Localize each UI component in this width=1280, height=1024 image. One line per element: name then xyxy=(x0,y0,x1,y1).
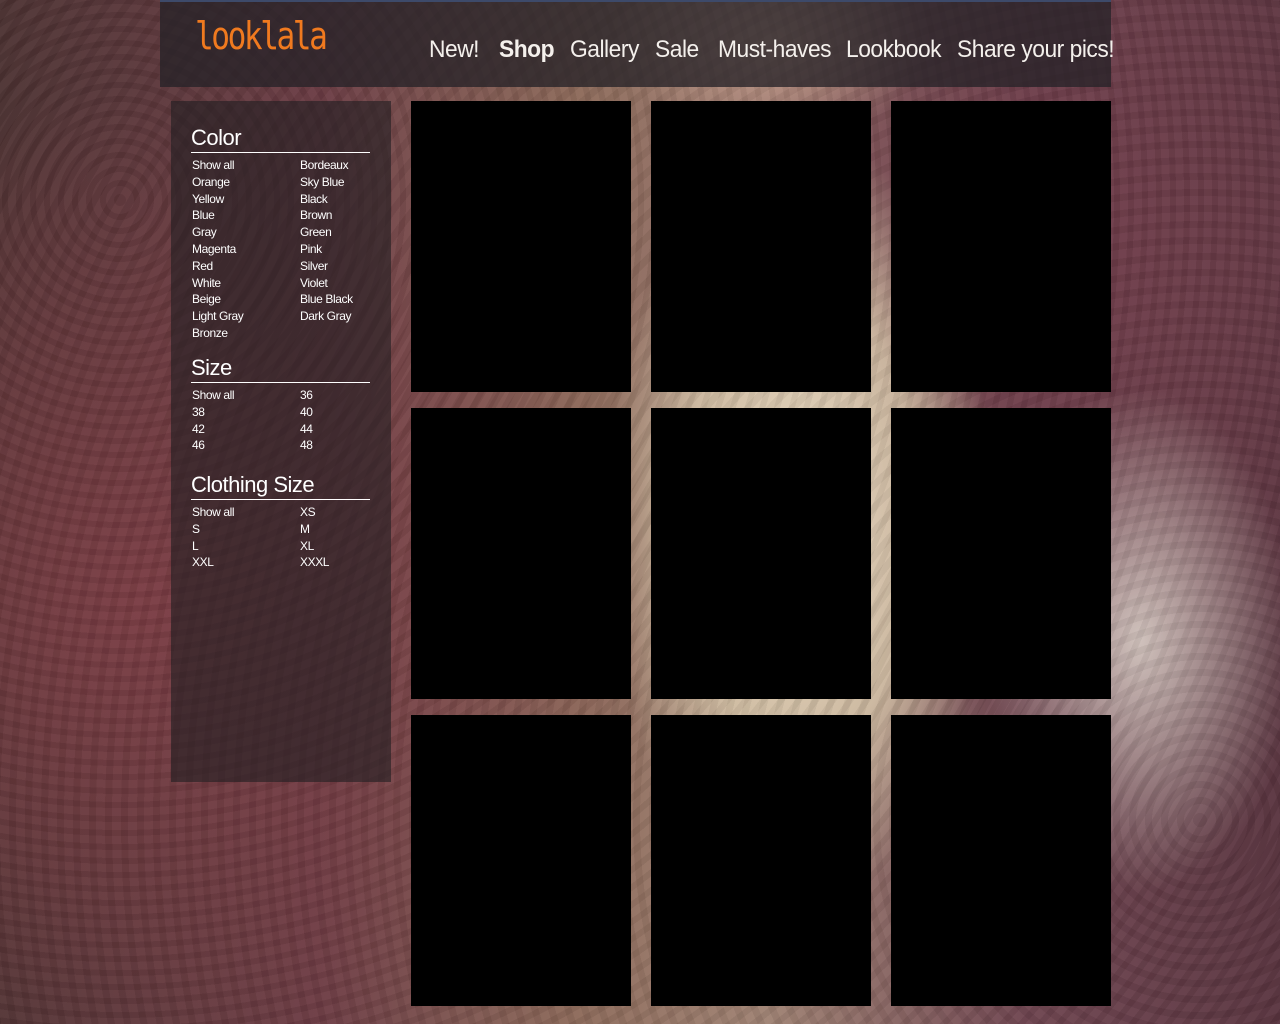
filter-option[interactable]: 48 xyxy=(299,437,369,454)
product-tile[interactable] xyxy=(411,715,631,1006)
site-header: looklala New! Shop Gallery Sale Must-hav… xyxy=(160,0,1115,87)
filter-option[interactable]: Bordeaux xyxy=(299,157,369,174)
filter-group-clothing-size: Clothing Size Show all XS S M L XL XXL X… xyxy=(191,471,370,571)
product-tile[interactable] xyxy=(651,101,871,392)
product-tile[interactable] xyxy=(891,408,1111,699)
filter-option[interactable]: Orange xyxy=(191,174,299,191)
filter-option[interactable]: M xyxy=(299,521,369,538)
filter-option[interactable]: Gray xyxy=(191,224,299,241)
filter-option[interactable]: 40 xyxy=(299,404,369,421)
product-tile[interactable] xyxy=(651,715,871,1006)
filter-list-clothing-size: Show all XS S M L XL XXL XXXL xyxy=(191,504,370,571)
nav-share-your-pics[interactable]: Share your pics! xyxy=(957,36,1115,64)
product-tile[interactable] xyxy=(651,408,871,699)
filter-option[interactable]: Brown xyxy=(299,207,369,224)
filter-option[interactable]: 46 xyxy=(191,437,299,454)
filter-option[interactable]: Blue Black xyxy=(299,291,369,308)
filter-option[interactable]: S xyxy=(191,521,299,538)
nav-sale[interactable]: Sale xyxy=(655,36,699,64)
main-nav: New! Shop Gallery Sale Must-haves Lookbo… xyxy=(160,2,1115,87)
filter-option[interactable]: 38 xyxy=(191,404,299,421)
filter-option[interactable]: Light Gray xyxy=(191,308,299,325)
product-grid xyxy=(411,101,1111,1006)
filter-group-size: Size Show all 36 38 40 42 44 46 48 xyxy=(191,354,370,454)
filter-title-color: Color xyxy=(191,124,370,153)
nav-new[interactable]: New! xyxy=(429,36,480,64)
filter-option[interactable]: XXXL xyxy=(299,554,369,571)
filter-option[interactable]: Dark Gray xyxy=(299,308,369,325)
filter-option[interactable]: 42 xyxy=(191,421,299,438)
filter-option[interactable]: L xyxy=(191,538,299,555)
filter-option[interactable]: XS xyxy=(299,504,369,521)
filter-option[interactable]: Beige xyxy=(191,291,299,308)
filter-option[interactable]: Silver xyxy=(299,258,369,275)
filter-option[interactable]: Show all xyxy=(191,504,299,521)
filter-list-size: Show all 36 38 40 42 44 46 48 xyxy=(191,387,370,454)
product-tile[interactable] xyxy=(411,408,631,699)
nav-gallery[interactable]: Gallery xyxy=(570,36,639,64)
filter-group-color: Color Show all Bordeaux Orange Sky Blue … xyxy=(191,124,370,342)
nav-shop[interactable]: Shop xyxy=(499,36,555,64)
filter-title-clothing-size: Clothing Size xyxy=(191,471,370,500)
filter-option[interactable]: Show all xyxy=(191,157,299,174)
nav-must-haves[interactable]: Must-haves xyxy=(718,36,832,64)
filter-option[interactable]: Bronze xyxy=(191,325,299,342)
filter-option[interactable]: Black xyxy=(299,191,369,208)
filter-option[interactable]: Yellow xyxy=(191,191,299,208)
filter-title-size: Size xyxy=(191,354,370,383)
filter-option[interactable]: 44 xyxy=(299,421,369,438)
nav-lookbook[interactable]: Lookbook xyxy=(846,36,942,64)
filter-option[interactable]: Violet xyxy=(299,275,369,292)
filter-option[interactable]: Pink xyxy=(299,241,369,258)
filter-option[interactable]: Red xyxy=(191,258,299,275)
filter-option[interactable]: Green xyxy=(299,224,369,241)
product-tile[interactable] xyxy=(891,715,1111,1006)
filter-option[interactable]: White xyxy=(191,275,299,292)
filter-option[interactable]: Blue xyxy=(191,207,299,224)
filter-option[interactable]: XXL xyxy=(191,554,299,571)
filter-option[interactable]: 36 xyxy=(299,387,369,404)
filter-option[interactable]: Magenta xyxy=(191,241,299,258)
filter-option[interactable]: XL xyxy=(299,538,369,555)
filter-list-color: Show all Bordeaux Orange Sky Blue Yellow… xyxy=(191,157,370,342)
product-tile[interactable] xyxy=(411,101,631,392)
filter-option[interactable]: Show all xyxy=(191,387,299,404)
filter-sidebar: Color Show all Bordeaux Orange Sky Blue … xyxy=(171,101,391,782)
filter-option[interactable]: Sky Blue xyxy=(299,174,369,191)
product-tile[interactable] xyxy=(891,101,1111,392)
